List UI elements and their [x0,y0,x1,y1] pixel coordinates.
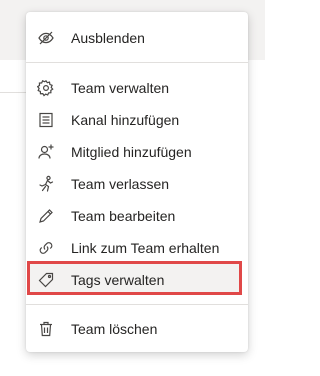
menu-separator [26,62,248,63]
leave-icon [37,175,55,193]
menu-item-label: Team bearbeiten [71,208,176,224]
trash-icon [37,320,55,338]
team-context-menu: Ausblenden Team verwalten Kanal hinzufüg… [26,12,248,352]
channel-list-icon [37,111,55,129]
tag-icon [37,271,55,289]
settings-icon [37,79,55,97]
menu-item-label: Team verlassen [71,176,170,192]
menu-item-manage-tags[interactable]: Tags verwalten [26,264,248,296]
background-panel [0,60,28,376]
menu-item-label: Team löschen [71,321,158,337]
menu-item-label: Link zum Team erhalten [71,240,220,256]
menu-item-add-member[interactable]: Mitglied hinzufügen [26,136,248,168]
menu-item-get-link[interactable]: Link zum Team erhalten [26,232,248,264]
hide-icon [37,29,55,47]
menu-item-edit-team[interactable]: Team bearbeiten [26,200,248,232]
menu-item-label: Tags verwalten [71,272,165,288]
link-icon [37,239,55,257]
menu-separator [26,304,248,305]
menu-item-label: Mitglied hinzufügen [71,144,192,160]
menu-item-delete-team[interactable]: Team löschen [26,313,248,345]
add-person-icon [37,143,55,161]
menu-item-label: Team verwalten [71,80,170,96]
menu-item-label: Ausblenden [71,30,145,46]
menu-item-add-channel[interactable]: Kanal hinzufügen [26,104,248,136]
menu-item-hide[interactable]: Ausblenden [26,22,248,54]
pencil-icon [37,207,55,225]
menu-item-manage-team[interactable]: Team verwalten [26,72,248,104]
menu-item-label: Kanal hinzufügen [71,112,180,128]
menu-item-leave-team[interactable]: Team verlassen [26,168,248,200]
